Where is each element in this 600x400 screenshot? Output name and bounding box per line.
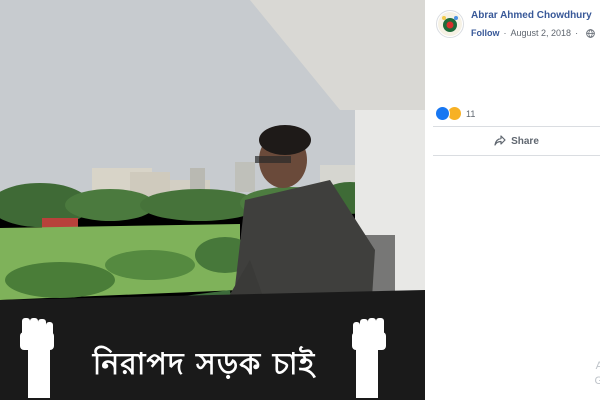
like-reaction-icon	[435, 106, 450, 121]
post-meta: Follow · August 2, 2018 ·	[471, 28, 595, 38]
follow-link[interactable]: Follow	[471, 28, 500, 38]
meta-separator: ·	[575, 28, 579, 38]
banner-text: নিরাপদ সড়ক চাই	[92, 347, 316, 382]
post-date[interactable]: August 2, 2018	[511, 28, 572, 38]
raised-fist-icon	[20, 318, 54, 398]
profile-avatar[interactable]	[436, 10, 464, 38]
share-arrow-icon	[494, 135, 506, 146]
divider	[433, 126, 600, 127]
author-name-link[interactable]: Abrar Ahmed Chowdhury	[471, 10, 592, 21]
share-label: Share	[511, 135, 539, 147]
post-photo[interactable]: নিরাপদ সড়ক চাই	[0, 0, 425, 400]
avatar-image-icon	[438, 12, 462, 36]
globe-icon	[586, 28, 595, 38]
raised-fist-icon	[352, 318, 386, 398]
reaction-count: 11	[466, 108, 476, 119]
clipped-text: G	[594, 375, 600, 387]
meta-separator: ·	[503, 28, 507, 38]
post-side-panel: Abrar Ahmed Chowdhury Follow · August 2,…	[425, 0, 600, 400]
divider	[433, 155, 600, 156]
reactions-summary[interactable]: 11	[435, 106, 475, 121]
clipped-text: A	[595, 360, 600, 372]
share-button[interactable]: Share	[433, 132, 600, 150]
